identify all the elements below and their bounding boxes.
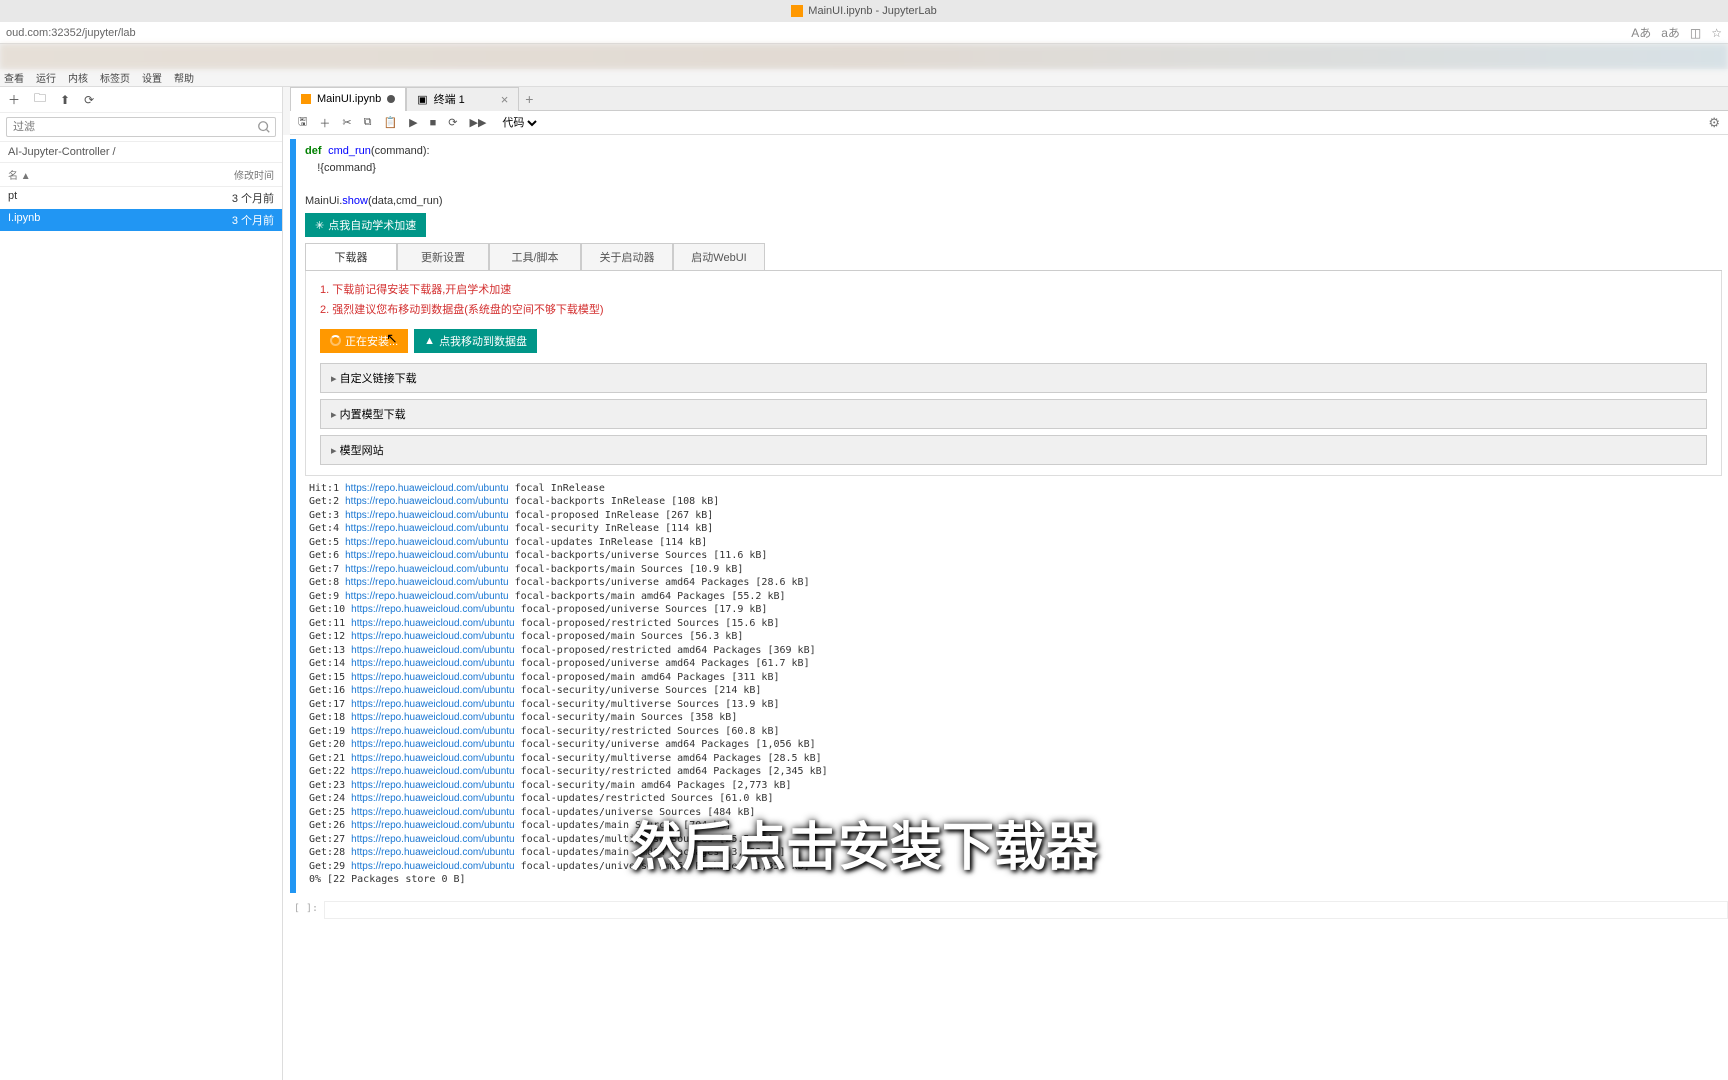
run-icon[interactable]: ▶ [409, 116, 417, 129]
code-cell[interactable]: def cmd_run(command): !{command} MainUi.… [290, 139, 1728, 893]
tab-about[interactable]: 关于启动器 [581, 243, 673, 270]
copy-icon[interactable]: ⧉ [364, 116, 372, 129]
sidebar-toolbar: ＋ 🗀 ⬆ ⟳ [0, 87, 282, 113]
file-time: 3 个月前 [232, 212, 274, 228]
upload-icon[interactable]: ⬆ [60, 93, 70, 107]
install-button[interactable]: 正在安装... [320, 329, 408, 353]
downloader-panel: 1. 下载前记得安装下载器,开启学术加速 2. 强烈建议您布移动到数据盘(系统盘… [305, 271, 1722, 476]
file-name: I.ipynb [8, 212, 40, 228]
code-editor[interactable]: def cmd_run(command): !{command} MainUi.… [299, 139, 1728, 213]
translate-icon[interactable]: aあ [1661, 24, 1680, 41]
tip-2: 2. 强烈建议您布移动到数据盘(系统盘的空间不够下载模型) [320, 301, 1707, 321]
col-name[interactable]: 名 ▲ [8, 167, 31, 182]
jupyter-menubar[interactable]: 查看 运行 内核 标签页 设置 帮助 [0, 69, 1728, 87]
refresh-icon[interactable]: ⟳ [84, 93, 94, 107]
settings-icon[interactable]: ⚙ [1708, 115, 1720, 131]
url-text[interactable]: oud.com:32352/jupyter/lab [6, 27, 136, 39]
new-launcher-icon[interactable]: ＋ [8, 91, 20, 108]
file-row[interactable]: pt 3 个月前 [0, 187, 282, 209]
close-icon[interactable]: × [501, 92, 509, 107]
tab-notebook[interactable]: MainUI.ipynb [290, 87, 406, 111]
add-cell-icon[interactable]: ＋ [319, 115, 330, 131]
cell-type-select[interactable]: 代码 [498, 116, 540, 130]
jupyter-icon [791, 5, 803, 17]
move-disk-button[interactable]: ▲ 点我移动到数据盘 [414, 329, 537, 353]
notebook-body: def cmd_run(command): !{command} MainUi.… [283, 135, 1728, 1080]
tab-downloader[interactable]: 下载器 [305, 243, 397, 270]
tab-webui[interactable]: 启动WebUI [673, 243, 765, 270]
breadcrumb[interactable]: AI-Jupyter-Controller / [0, 142, 282, 163]
tab-terminal[interactable]: ▣ 终端 1 × [406, 87, 519, 111]
accordion-builtin-model[interactable]: 内置模型下载 [320, 399, 1707, 429]
tips: 1. 下载前记得安装下载器,开启学术加速 2. 强烈建议您布移动到数据盘(系统盘… [320, 281, 1707, 321]
menu-item[interactable]: 标签页 [100, 70, 130, 85]
dirty-indicator-icon [387, 95, 395, 103]
file-time: 3 个月前 [232, 190, 274, 206]
tab-tools[interactable]: 工具/脚本 [489, 243, 581, 270]
filter-input[interactable] [6, 117, 276, 137]
menu-item[interactable]: 查看 [4, 70, 24, 85]
address-bar: oud.com:32352/jupyter/lab Aあ aあ ◫ ☆ [0, 22, 1728, 44]
file-name: pt [8, 190, 17, 206]
menu-item[interactable]: 帮助 [174, 70, 194, 85]
cell-prompt: [ ]: [290, 901, 324, 919]
menu-item[interactable]: 运行 [36, 70, 56, 85]
document-tabs: MainUI.ipynb ▣ 终端 1 × + [290, 87, 1728, 111]
window-title: MainUI.ipynb - JupyterLab [808, 5, 936, 17]
cut-icon[interactable]: ✂ [342, 116, 351, 129]
favorite-icon[interactable]: ☆ [1711, 26, 1722, 40]
empty-editor[interactable] [324, 901, 1728, 919]
accelerate-button[interactable]: ✳ 点我自动学术加速 [305, 213, 426, 237]
notebook-toolbar: 🖫 ＋ ✂ ⧉ 📋 ▶ ■ ⟳ ▶▶ 代码 ⚙ [290, 111, 1728, 135]
file-browser-sidebar: ＋ 🗀 ⬆ ⟳ AI-Jupyter-Controller / 名 ▲ 修改时间… [0, 87, 283, 1080]
spinner-icon [330, 335, 341, 346]
main-content: MainUI.ipynb ▣ 终端 1 × + 🖫 ＋ ✂ ⧉ 📋 ▶ ■ ⟳ … [283, 87, 1728, 1080]
menu-item[interactable]: 内核 [68, 70, 88, 85]
file-row[interactable]: I.ipynb 3 个月前 [0, 209, 282, 231]
window-titlebar: MainUI.ipynb - JupyterLab [0, 0, 1728, 22]
notebook-icon [301, 94, 311, 104]
stop-icon[interactable]: ■ [430, 117, 437, 129]
restart-icon[interactable]: ⟳ [448, 116, 457, 129]
tab-label: 终端 1 [434, 91, 465, 107]
file-filter [0, 113, 282, 142]
tab-label: MainUI.ipynb [317, 93, 381, 105]
addrbar-actions: Aあ aあ ◫ ☆ [1631, 24, 1722, 41]
col-time[interactable]: 修改时间 [234, 167, 274, 182]
tip-1: 1. 下载前记得安装下载器,开启学术加速 [320, 281, 1707, 301]
accordion-custom-link[interactable]: 自定义链接下载 [320, 363, 1707, 393]
accordion-model-site[interactable]: 模型网站 [320, 435, 1707, 465]
paste-icon[interactable]: 📋 [383, 116, 397, 129]
video-caption: 然后点击安装下载器 [630, 805, 1098, 880]
sidebar-toggle-icon[interactable]: ◫ [1690, 26, 1701, 40]
cell-gutter [290, 139, 296, 893]
reader-icon[interactable]: Aあ [1631, 24, 1651, 41]
save-icon[interactable]: 🖫 [298, 113, 307, 132]
sort-asc-icon: ▲ [21, 171, 31, 182]
bookmarks-bar [0, 44, 1728, 69]
terminal-icon: ▣ [417, 93, 427, 106]
menu-item[interactable]: 设置 [142, 70, 162, 85]
tab-update[interactable]: 更新设置 [397, 243, 489, 270]
widget-tabs: 下载器 更新设置 工具/脚本 关于启动器 启动WebUI [305, 243, 1722, 271]
new-folder-icon[interactable]: 🗀 [34, 89, 46, 110]
empty-cell[interactable]: [ ]: [290, 901, 1728, 919]
new-tab-button[interactable]: + [519, 91, 539, 107]
output-widget: ✳ 点我自动学术加速 下载器 更新设置 工具/脚本 关于启动器 启动WebUI … [299, 213, 1728, 893]
run-all-icon[interactable]: ▶▶ [470, 116, 487, 129]
file-list-header: 名 ▲ 修改时间 [0, 163, 282, 187]
